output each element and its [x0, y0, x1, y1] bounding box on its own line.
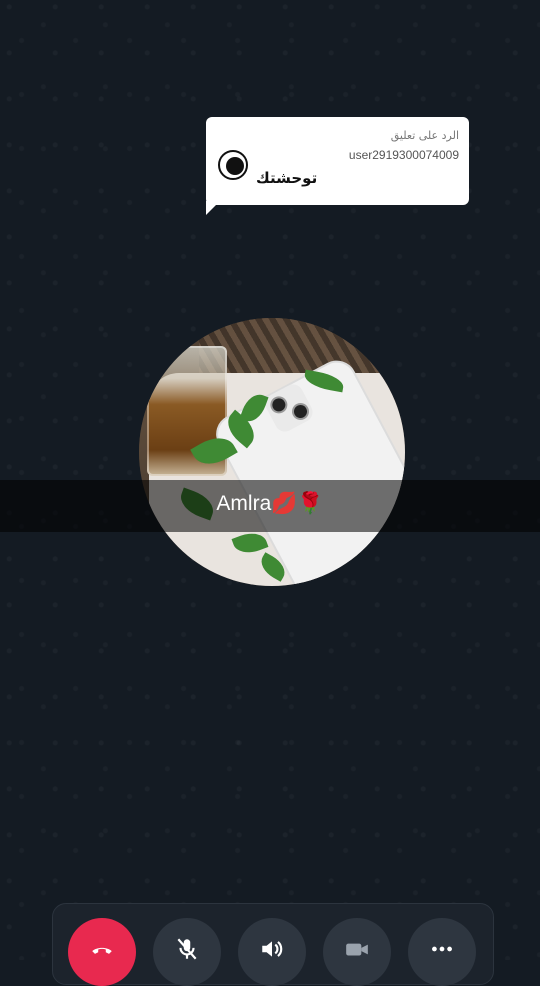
- video-preview[interactable]: [139, 318, 405, 586]
- video-button[interactable]: [323, 918, 391, 986]
- video-camera-icon: [346, 943, 368, 956]
- reply-comment-card: الرد على تعليق user2919300074009 توحشتك: [206, 117, 469, 205]
- speaker-button[interactable]: [238, 918, 306, 986]
- reply-header: الرد على تعليق: [390, 129, 459, 142]
- speaker-icon: [262, 941, 283, 957]
- reply-bubble-tail: [206, 201, 220, 215]
- mic-off-icon: [177, 938, 197, 960]
- more-dots-icon: [432, 946, 452, 952]
- mute-button[interactable]: [153, 918, 221, 986]
- more-button[interactable]: [408, 918, 476, 986]
- avatar: [218, 150, 248, 180]
- end-call-button[interactable]: [68, 918, 136, 986]
- caller-name: Amlra💋🌹: [216, 492, 324, 515]
- phone-hangup-icon: [92, 947, 112, 954]
- video-scene-pattern: [199, 318, 405, 378]
- reply-comment-text: توحشتك: [256, 169, 318, 187]
- reply-username: user2919300074009: [348, 148, 459, 162]
